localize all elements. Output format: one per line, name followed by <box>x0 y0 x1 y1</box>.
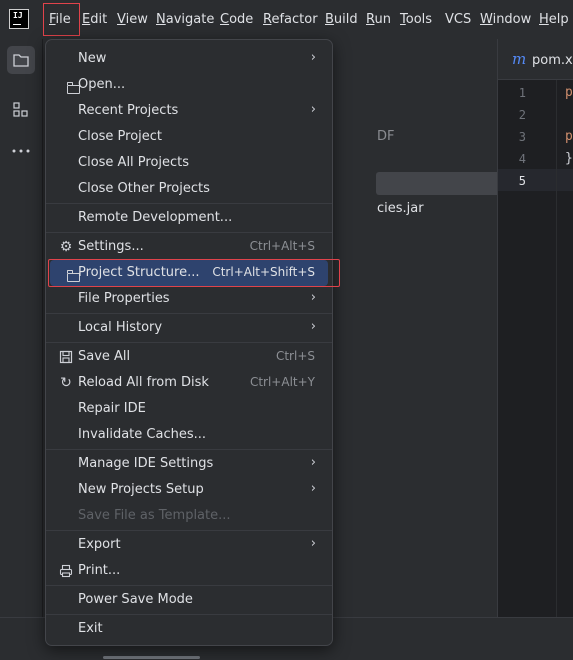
menu-item-exit[interactable]: Exit <box>50 616 328 642</box>
menu-item-power-save-mode[interactable]: Power Save Mode <box>50 587 328 613</box>
menu-help[interactable]: Help <box>539 11 569 28</box>
menu-separator <box>46 449 332 450</box>
editor-area: m pom.xml 1 2 3 4 5 p p } <box>497 39 573 617</box>
maven-icon: m <box>512 50 527 68</box>
folder-icon <box>58 77 80 94</box>
menu-separator <box>46 313 332 314</box>
chevron-right-icon: › <box>310 481 316 496</box>
gutter-separator <box>556 80 557 617</box>
file-menu-dropdown: New › Open... Recent Projects › Close Pr… <box>45 39 340 646</box>
menu-refactor[interactable]: Refactor <box>263 11 318 28</box>
line-number: 3 <box>518 130 526 144</box>
folder-icon <box>13 54 29 67</box>
gear-icon: ⚙ <box>59 239 73 255</box>
menu-item-close-other-projects[interactable]: Close Other Projects <box>50 176 328 202</box>
chevron-right-icon: › <box>310 290 316 305</box>
structure-icon <box>13 102 28 117</box>
menu-navigate[interactable]: Navigate <box>156 11 214 28</box>
menu-bar: IJ File Edit View Navigate Code Refactor… <box>0 0 573 39</box>
menu-item-reload-from-disk[interactable]: ↻ Reload All from Disk Ctrl+Alt+Y <box>50 370 328 396</box>
menu-vcs[interactable]: VCS <box>445 11 471 28</box>
menu-separator <box>46 342 332 343</box>
project-tree-item[interactable]: DF <box>377 128 395 145</box>
menu-build[interactable]: Build <box>325 11 358 28</box>
menu-item-settings[interactable]: ⚙ Settings... Ctrl+Alt+S <box>50 234 328 260</box>
reload-icon: ↻ <box>60 375 72 391</box>
line-number: 5 <box>518 174 526 188</box>
menu-item-new-projects-setup[interactable]: New Projects Setup › <box>50 477 328 503</box>
horizontal-scrollbar[interactable] <box>103 656 200 659</box>
menu-item-repair-ide[interactable]: Repair IDE <box>50 396 328 422</box>
menu-code[interactable]: Code <box>220 11 253 28</box>
project-structure-highlight <box>48 259 340 287</box>
menu-separator <box>46 614 332 615</box>
code-text[interactable]: p <box>565 129 573 145</box>
structure-tool-button[interactable] <box>7 96 35 124</box>
menu-run[interactable]: Run <box>366 11 391 28</box>
chevron-right-icon: › <box>310 319 316 334</box>
chevron-right-icon: › <box>310 50 316 65</box>
menu-item-remote-development[interactable]: Remote Development... <box>50 205 328 231</box>
menu-tools[interactable]: Tools <box>400 11 432 28</box>
tool-window-strip <box>0 39 43 660</box>
menu-item-print[interactable]: Print... <box>50 558 328 584</box>
print-icon <box>58 563 74 579</box>
code-text[interactable]: } <box>565 151 573 167</box>
menu-item-file-properties[interactable]: File Properties › <box>50 286 328 312</box>
save-icon <box>58 349 74 365</box>
code-text[interactable]: p <box>565 85 573 101</box>
project-tree-item[interactable]: cies.jar <box>377 200 424 217</box>
menu-file[interactable]: File <box>49 11 71 28</box>
menu-item-close-all-projects[interactable]: Close All Projects <box>50 150 328 176</box>
menu-item-invalidate-caches[interactable]: Invalidate Caches... <box>50 422 328 448</box>
menu-separator <box>46 530 332 531</box>
menu-separator <box>46 232 332 233</box>
chevron-right-icon: › <box>310 536 316 551</box>
menu-item-recent-projects[interactable]: Recent Projects › <box>50 98 328 124</box>
menu-item-close-project[interactable]: Close Project <box>50 124 328 150</box>
menu-window[interactable]: Window <box>480 11 531 28</box>
menu-item-local-history[interactable]: Local History › <box>50 315 328 341</box>
menu-separator <box>46 585 332 586</box>
menu-separator <box>46 203 332 204</box>
more-icon <box>12 149 30 153</box>
menu-item-manage-ide-settings[interactable]: Manage IDE Settings › <box>50 451 328 477</box>
project-tool-button[interactable] <box>7 46 35 74</box>
menu-item-export[interactable]: Export › <box>50 532 328 558</box>
line-number: 4 <box>518 152 526 166</box>
editor-tab-pom[interactable]: m pom.xml <box>498 39 573 80</box>
menu-item-save-all[interactable]: Save All Ctrl+S <box>50 344 328 370</box>
menu-edit[interactable]: Edit <box>82 11 107 28</box>
menu-item-open[interactable]: Open... <box>50 72 328 98</box>
menu-view[interactable]: View <box>117 11 148 28</box>
chevron-right-icon: › <box>310 102 316 117</box>
menu-item-new[interactable]: New › <box>50 46 328 72</box>
chevron-right-icon: › <box>310 455 316 470</box>
menu-item-save-file-as-template: Save File as Template... <box>78 508 231 523</box>
more-tools-button[interactable] <box>7 137 35 165</box>
editor-tab-label: pom.xml <box>532 53 573 68</box>
line-number: 1 <box>518 86 526 100</box>
intellij-logo-icon[interactable]: IJ <box>9 9 29 29</box>
line-number: 2 <box>518 108 526 122</box>
